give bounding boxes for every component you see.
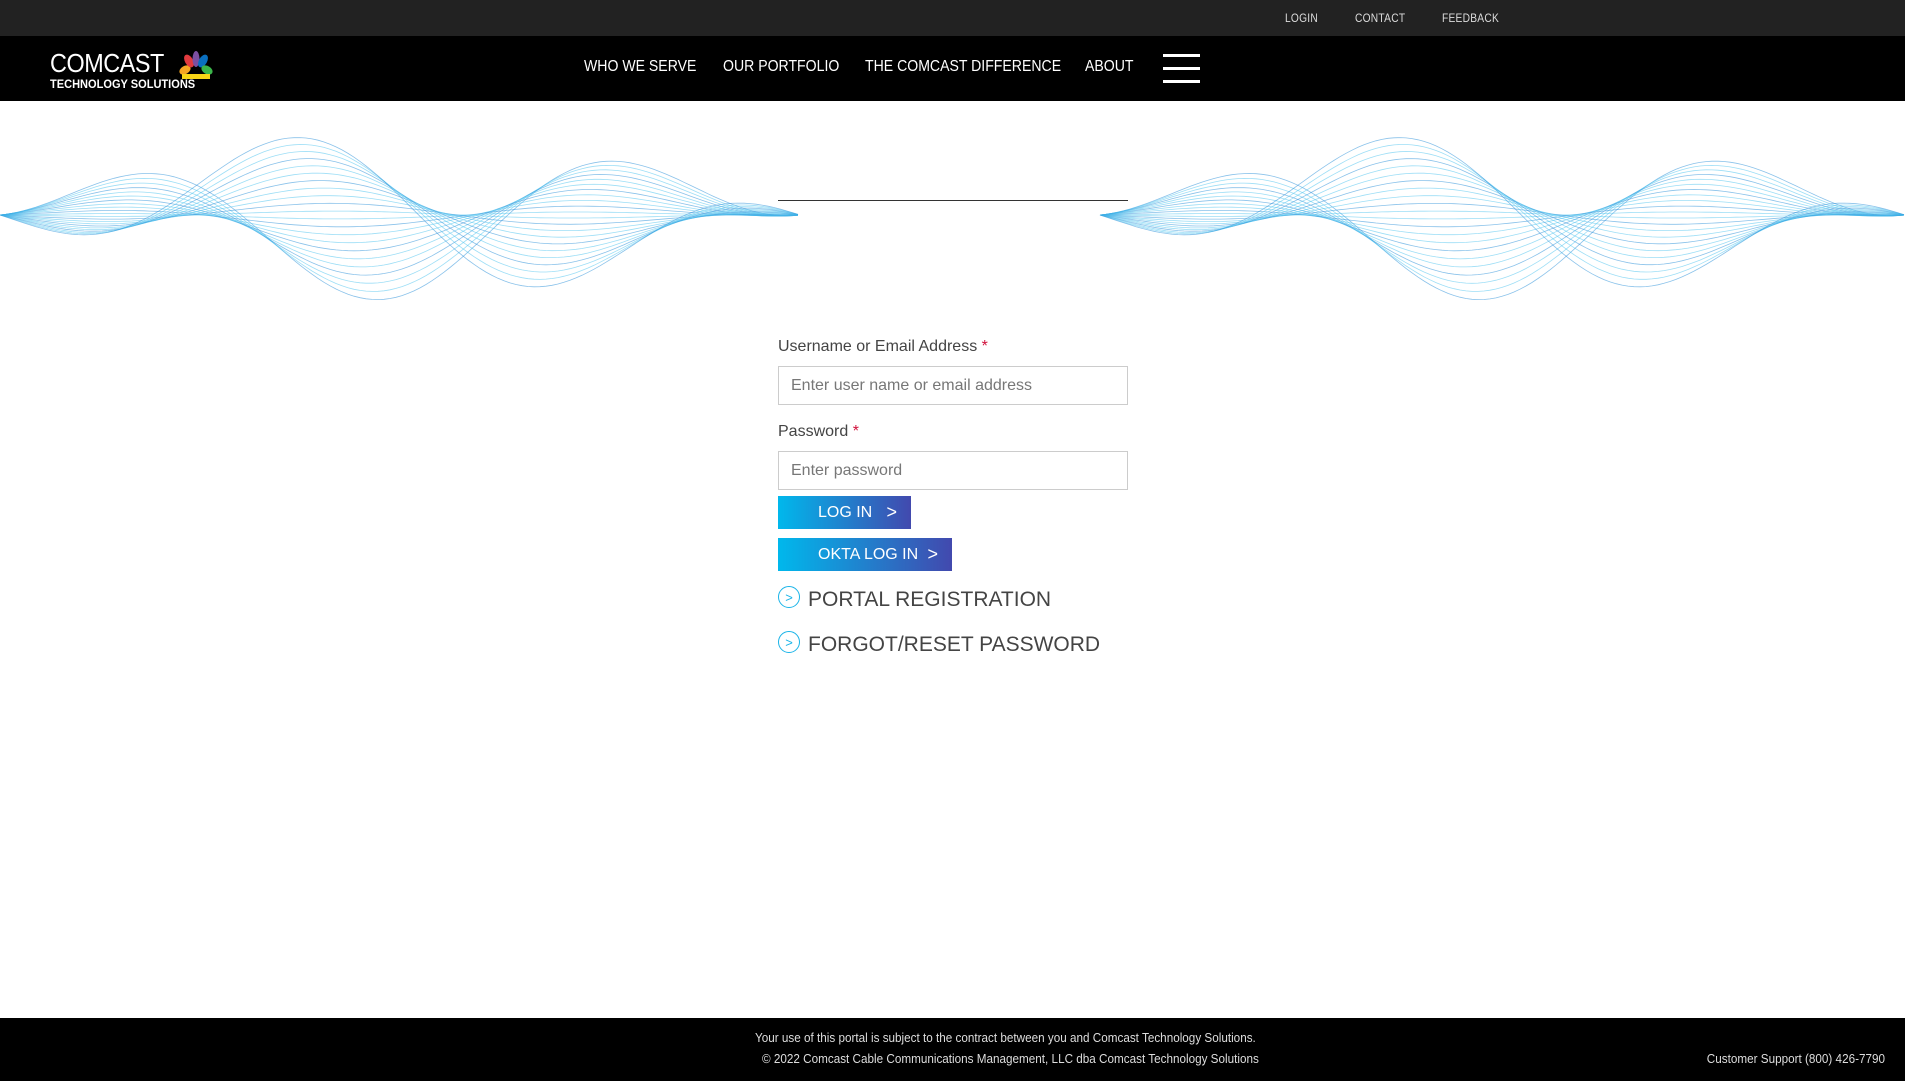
main-nav: COMCAST TECHNOLOGY SOLUTIONS WHO WE SERV… (0, 36, 1905, 101)
circle-chevron-icon: > (778, 631, 800, 653)
circle-chevron-icon: > (778, 586, 800, 608)
portal-registration-link[interactable]: > PORTAL REGISTRATION (778, 586, 1052, 612)
nav-our-portfolio[interactable]: OUR PORTFOLIO (723, 58, 839, 76)
nav-about[interactable]: ABOUT (1085, 58, 1134, 76)
login-button[interactable]: LOG IN > (778, 496, 911, 529)
terms-text: Your use of this portal is subject to th… (755, 1030, 1256, 1045)
forgot-password-text: FORGOT/RESET PASSWORD (808, 633, 1101, 656)
wave-line (0, 174, 799, 276)
copyright-text: © 2022 Comcast Cable Communications Mana… (762, 1051, 1259, 1066)
top-utility-bar: LOGIN CONTACT FEEDBACK (0, 0, 1905, 36)
wave-line (0, 169, 799, 284)
chevron-right-icon: > (927, 544, 938, 564)
okta-login-button[interactable]: OKTA LOG IN > (778, 538, 952, 571)
username-label: Username or Email Address * (778, 338, 1128, 360)
required-marker: * (852, 423, 859, 440)
nav-who-we-serve[interactable]: WHO WE SERVE (584, 58, 696, 76)
comcast-logo[interactable]: COMCAST TECHNOLOGY SOLUTIONS (50, 48, 213, 91)
username-label-text: Username or Email Address (778, 338, 978, 355)
footer: Your use of this portal is subject to th… (0, 1018, 1905, 1081)
wave-line (1099, 174, 1905, 276)
login-link[interactable]: LOGIN (1285, 11, 1318, 25)
feedback-link[interactable]: FEEDBACK (1442, 11, 1499, 25)
username-input[interactable] (778, 366, 1128, 405)
password-label-text: Password (778, 423, 849, 440)
peacock-icon (179, 51, 213, 79)
wave-line (0, 210, 799, 219)
required-marker: * (981, 338, 988, 355)
login-button-label: LOG IN (818, 503, 873, 521)
logo-wordmark: COMCAST (50, 48, 164, 78)
login-form: Username or Email Address * Password * L… (778, 338, 1128, 656)
nav-comcast-difference[interactable]: THE COMCAST DIFFERENCE (865, 58, 1061, 76)
okta-button-label: OKTA LOG IN (818, 545, 919, 563)
portal-registration-text: PORTAL REGISTRATION (808, 588, 1052, 611)
password-label: Password * (778, 423, 1128, 445)
logo-subtitle: TECHNOLOGY SOLUTIONS (50, 77, 196, 91)
divider (778, 200, 1128, 201)
hamburger-menu-icon[interactable] (1163, 54, 1200, 84)
customer-support-text: Customer Support (800) 426-7790 (1706, 1051, 1885, 1066)
contact-link[interactable]: CONTACT (1355, 11, 1405, 25)
chevron-right-icon: > (886, 502, 897, 522)
forgot-password-link[interactable]: > FORGOT/RESET PASSWORD (778, 631, 1101, 657)
decorative-waves (0, 137, 1905, 301)
password-input[interactable] (778, 451, 1128, 490)
wave-line (1099, 210, 1905, 219)
